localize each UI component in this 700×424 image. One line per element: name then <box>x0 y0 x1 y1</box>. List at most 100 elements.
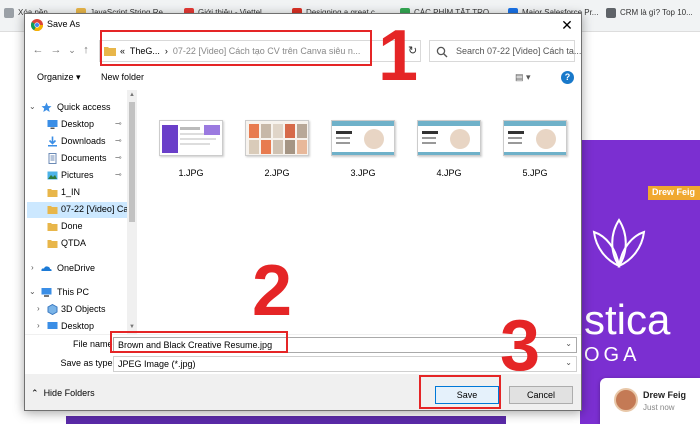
save-as-type-value[interactable]: JPEG Image (*.jpg) <box>118 359 196 369</box>
file-item[interactable]: 2.JPG <box>241 120 311 190</box>
search-icon <box>436 46 448 58</box>
sidebar-item-label: Desktop <box>61 321 95 331</box>
file-thumbnail <box>503 120 567 156</box>
up-arrow-icon[interactable]: ↑ <box>79 43 93 57</box>
sidebar-item-label: 1_IN <box>61 187 81 197</box>
folder-icon <box>47 189 58 197</box>
file-name: 1.JPG <box>178 168 204 178</box>
organize-menu[interactable]: Organize ▾ <box>37 72 81 83</box>
file-item[interactable]: 3.JPG <box>327 120 397 190</box>
hide-folders-toggle[interactable]: ⌃ Hide Folders <box>31 388 95 399</box>
file-thumbnail <box>417 120 481 156</box>
sidebar-item-3d-objects[interactable]: › 3D Objects <box>27 302 127 318</box>
sidebar-scrollbar[interactable]: ▲ ▼ <box>127 90 137 334</box>
chevron-up-icon[interactable]: ⌃ <box>31 388 39 398</box>
sidebar-item-qtda[interactable]: QTDA <box>27 236 127 252</box>
folder-icon <box>47 206 58 214</box>
file-list: 1.JPG 2.JPG 3.JPG 4.JPG 5.JPG <box>141 90 581 334</box>
sidebar-item-label: Desktop <box>61 119 95 129</box>
sidebar-item-label: Documents <box>61 153 107 163</box>
sidebar-item-done[interactable]: Done <box>27 219 127 235</box>
dialog-title: Save As <box>47 19 81 29</box>
desktop-icon <box>47 120 58 129</box>
pictures-icon <box>47 171 58 180</box>
pin-icon: ⊸ <box>115 153 122 162</box>
sidebar-item-label: Quick access <box>57 102 111 112</box>
help-icon[interactable]: ? <box>561 71 574 84</box>
file-thumbnail <box>159 120 223 156</box>
sidebar-item-label: QTDA <box>61 238 87 248</box>
browser-tab[interactable]: CRM là gì? Top 10... <box>606 8 698 22</box>
cancel-button[interactable]: Cancel <box>509 386 573 404</box>
close-button[interactable]: ✕ <box>559 17 575 33</box>
forward-arrow-icon[interactable]: → <box>49 43 63 57</box>
name-tag: Drew Feig <box>648 186 700 200</box>
document-icon <box>48 153 57 164</box>
sidebar-item-label: 07-22 [Video] Ca <box>61 204 129 214</box>
sidebar-item-desktop[interactable]: Desktop ⊸ <box>27 117 127 133</box>
file-item[interactable]: 5.JPG <box>499 120 569 190</box>
folder-icon <box>47 223 58 231</box>
back-arrow-icon[interactable]: ← <box>31 43 45 57</box>
desktop-icon <box>47 322 58 329</box>
chevron-right-icon[interactable]: › <box>37 304 40 313</box>
chat-timestamp: Just now <box>643 403 675 412</box>
pc-icon <box>41 288 52 297</box>
scroll-up-icon[interactable]: ▲ <box>128 92 136 98</box>
sidebar-item-label: 3D Objects <box>61 304 106 314</box>
tab-label: CRM là gì? Top 10... <box>620 8 693 18</box>
cube-icon <box>47 304 58 315</box>
chrome-app-icon <box>31 19 43 31</box>
highlight-file-name <box>110 331 288 353</box>
sidebar-item-pictures[interactable]: Pictures ⊸ <box>27 168 127 184</box>
sidebar-item-documents[interactable]: Documents ⊸ <box>27 151 127 167</box>
search-placeholder: Search 07-22 [Video] Cách ta... <box>456 46 582 56</box>
recent-locations-icon[interactable]: ⌄ <box>65 43 79 57</box>
file-name: 2.JPG <box>264 168 290 178</box>
search-input[interactable]: Search 07-22 [Video] Cách ta... <box>429 40 581 62</box>
highlight-address-bar <box>100 30 372 66</box>
chevron-down-icon[interactable]: ⌄ <box>29 102 36 111</box>
file-name: 5.JPG <box>522 168 548 178</box>
scrollbar-thumb[interactable] <box>129 102 135 222</box>
step-number-3: 3 <box>500 306 541 386</box>
sidebar-item-1-in[interactable]: 1_IN <box>27 185 127 201</box>
new-folder-button[interactable]: New folder <box>101 72 144 82</box>
pin-icon: ⊸ <box>115 170 122 179</box>
file-item[interactable]: 1.JPG <box>155 120 225 190</box>
chevron-right-icon[interactable]: › <box>31 263 34 272</box>
file-thumbnail <box>331 120 395 156</box>
sidebar-item-label: Done <box>61 221 83 231</box>
save-fields: File name: Brown and Black Creative Resu… <box>25 334 581 374</box>
chevron-right-icon[interactable]: › <box>37 321 40 330</box>
sidebar-item-quick-access[interactable]: ⌄ Quick access <box>27 100 127 116</box>
sidebar-item-07-22-video[interactable]: 07-22 [Video] Ca <box>27 202 129 218</box>
file-name: 3.JPG <box>350 168 376 178</box>
sidebar-item-downloads[interactable]: Downloads ⊸ <box>27 134 127 150</box>
chevron-down-icon[interactable]: ⌄ <box>29 287 36 296</box>
sidebar-item-this-pc[interactable]: ⌄ This PC <box>27 285 127 301</box>
chevron-down-icon[interactable]: ⌄ <box>565 358 572 367</box>
chevron-down-icon[interactable]: ⌄ <box>565 339 572 348</box>
file-item[interactable]: 4.JPG <box>413 120 483 190</box>
background-bottom-bar <box>66 416 506 424</box>
chat-sender-name: Drew Feig <box>643 390 687 400</box>
folder-icon <box>47 240 58 248</box>
sidebar-item-label: This PC <box>57 287 90 297</box>
tab-favicon-icon <box>4 8 14 18</box>
lotus-logo-icon <box>592 218 646 268</box>
scroll-down-icon[interactable]: ▼ <box>128 324 136 330</box>
chat-notification[interactable]: Drew Feig Just now <box>600 378 700 424</box>
highlight-save-button <box>419 375 501 409</box>
pin-icon: ⊸ <box>115 119 122 128</box>
hide-folders-label[interactable]: Hide Folders <box>44 388 95 398</box>
brand-text: stica <box>584 296 671 343</box>
file-name: 4.JPG <box>436 168 462 178</box>
brand-subtext: OGA <box>584 344 641 366</box>
sidebar-item-label: Pictures <box>61 170 94 180</box>
sidebar-item-onedrive[interactable]: › OneDrive <box>27 261 127 277</box>
avatar <box>614 388 638 412</box>
dialog-toolbar: Organize ▾ New folder ▤ ▾ ? <box>25 68 581 90</box>
file-name-label: File name: <box>72 339 115 349</box>
view-options-icon[interactable]: ▤ ▾ <box>515 72 539 84</box>
